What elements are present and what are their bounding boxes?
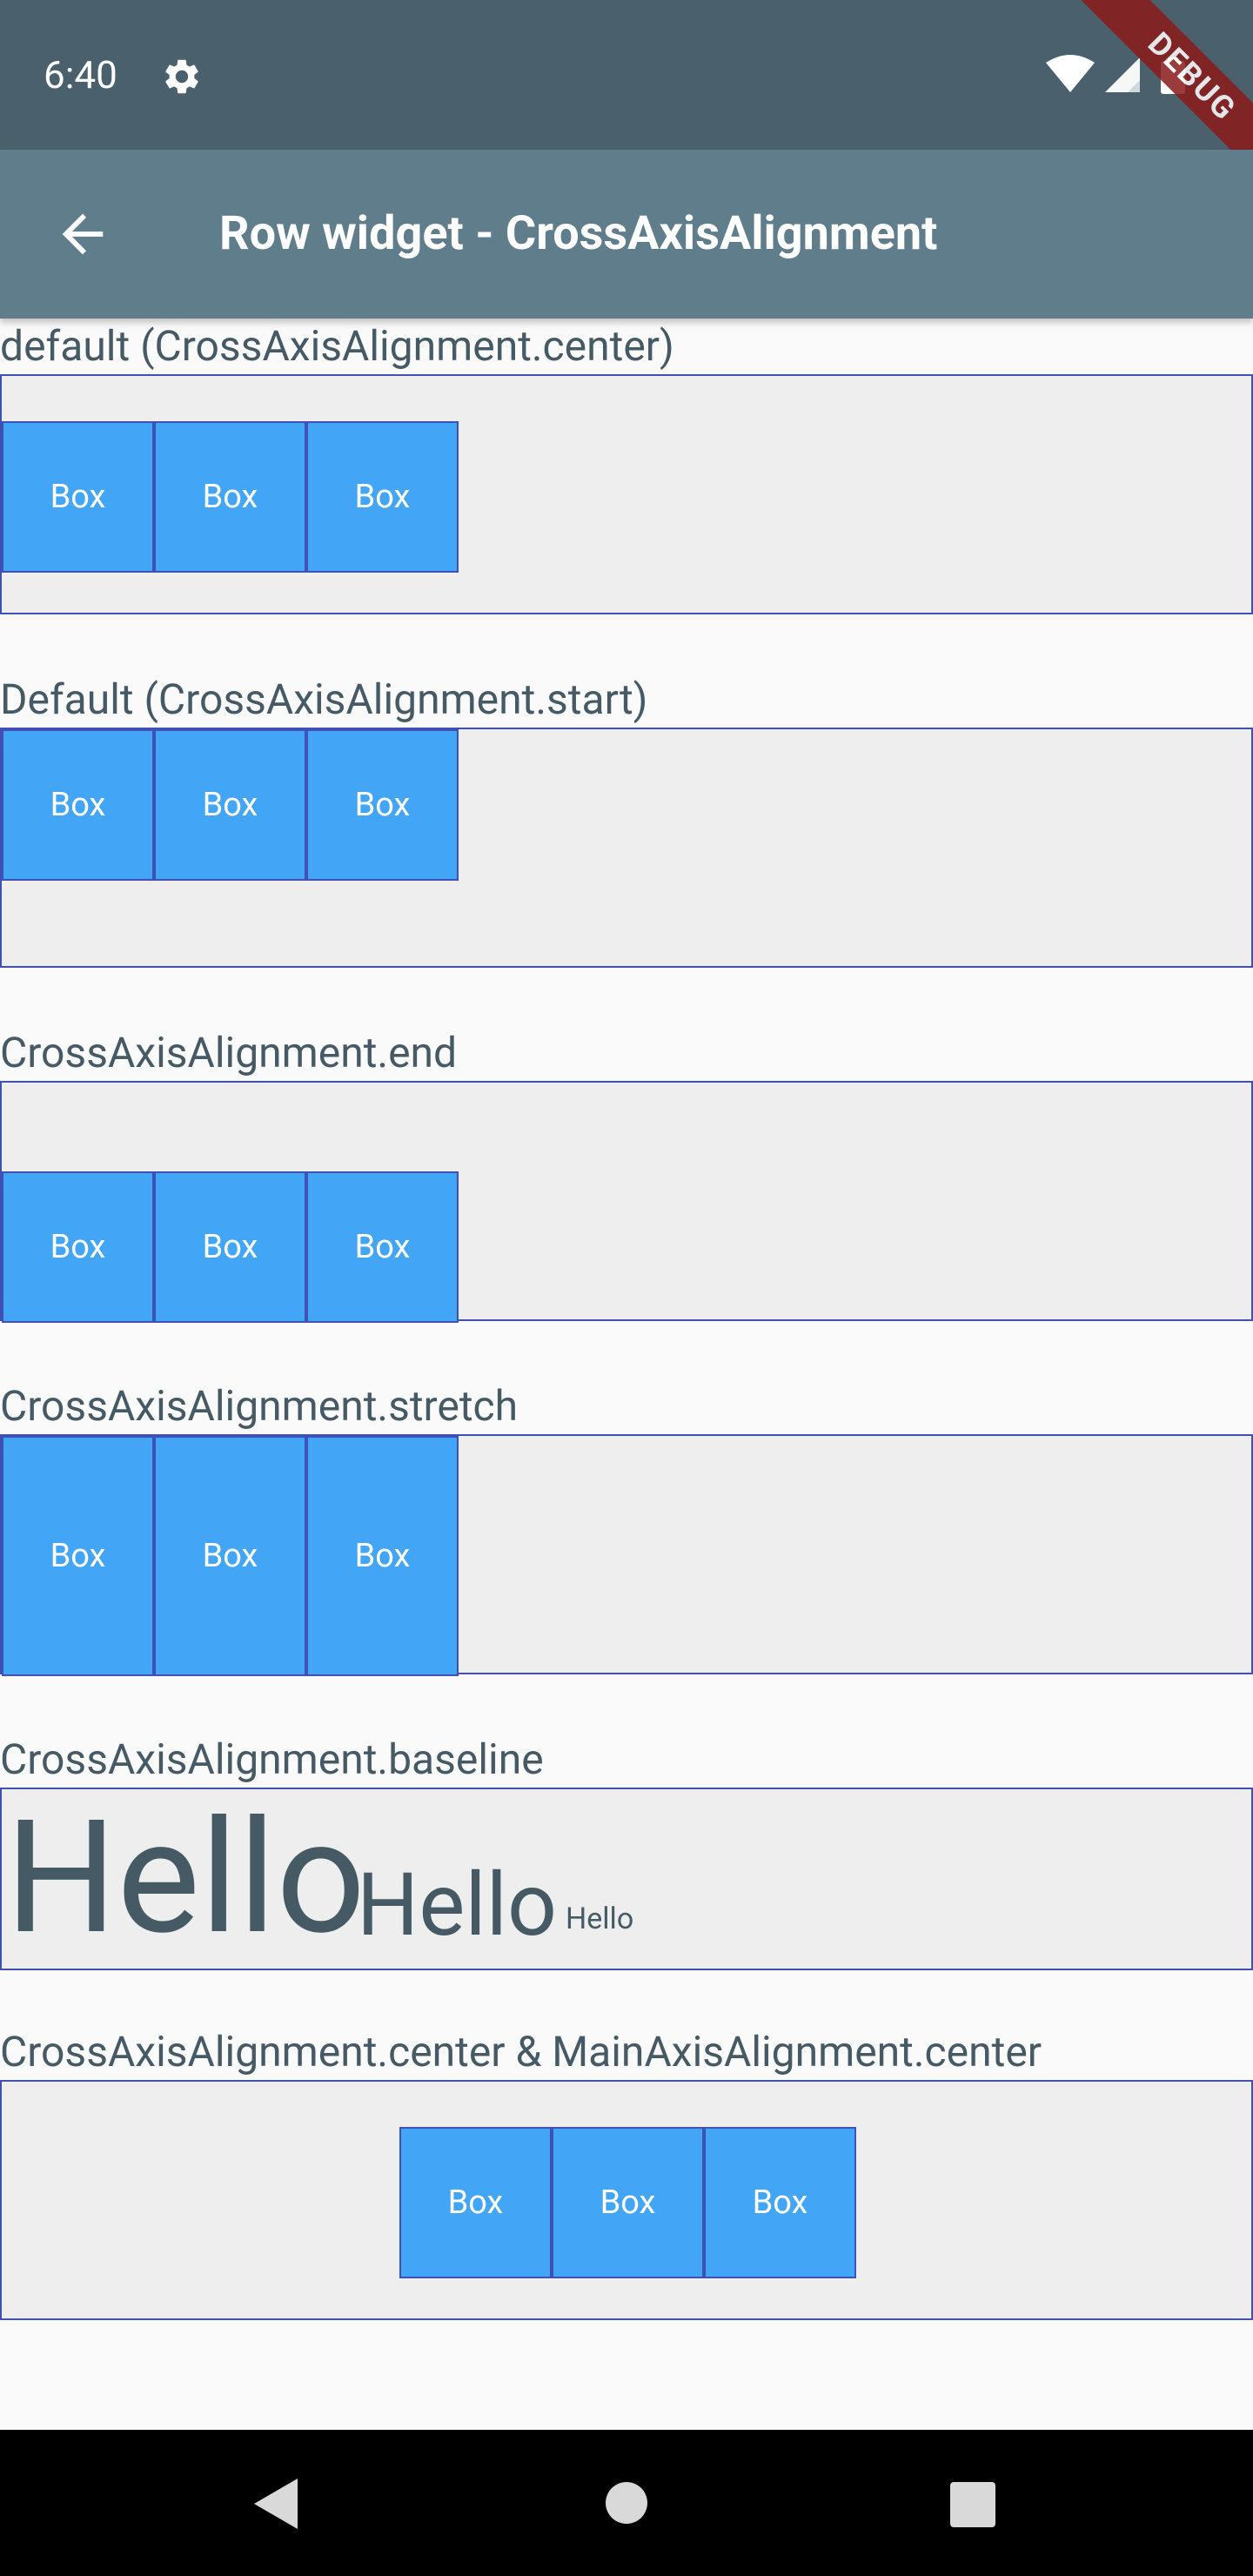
section-label-end: CrossAxisAlignment.end — [0, 1028, 458, 1077]
box-1: Box — [399, 2127, 552, 2278]
box-3: Box — [306, 1436, 459, 1676]
box-1: Box — [2, 1436, 154, 1676]
app-bar: Row widget - CrossAxisAlignment — [0, 150, 1253, 319]
box-2: Box — [154, 421, 306, 573]
hello-medium: Hello — [357, 1855, 558, 1956]
gear-icon — [161, 56, 203, 97]
section-label-baseline: CrossAxisAlignment.baseline — [0, 1734, 544, 1784]
nav-home-icon[interactable] — [606, 2482, 647, 2524]
box-2: Box — [154, 729, 306, 881]
box-2: Box — [552, 2127, 704, 2278]
panel-stretch: Box Box Box — [0, 1434, 1253, 1676]
box-3: Box — [306, 421, 459, 573]
box-1: Box — [2, 1171, 154, 1323]
nav-recents-icon[interactable] — [950, 2482, 995, 2527]
section-label-start: Default (CrossAxisAlignment.start) — [0, 674, 648, 724]
wifi-icon — [1046, 55, 1095, 92]
hello-small: Hello — [566, 1902, 634, 1936]
nav-back-icon[interactable] — [252, 2477, 299, 2531]
box-3: Box — [306, 729, 459, 881]
system-nav-bar — [0, 2430, 1253, 2576]
status-time: 6:40 — [44, 52, 117, 97]
panel-end: Box Box Box — [0, 1081, 1253, 1323]
panel-center: Box Box Box — [0, 374, 1253, 614]
section-label-center-center: CrossAxisAlignment.center & MainAxisAlig… — [0, 2027, 1042, 2076]
page-title: Row widget - CrossAxisAlignment — [219, 206, 938, 261]
box-3: Box — [306, 1171, 459, 1323]
arrow-back-icon[interactable] — [52, 204, 113, 265]
panel-baseline: Hello Hello Hello — [0, 1788, 1253, 1970]
box-2: Box — [154, 1171, 306, 1323]
panel-center-center: Box Box Box — [0, 2080, 1253, 2320]
box-3: Box — [704, 2127, 856, 2278]
hello-large: Hello — [5, 1786, 366, 1969]
box-1: Box — [2, 729, 154, 881]
cell-signal-icon — [1105, 57, 1140, 92]
section-label-stretch: CrossAxisAlignment.stretch — [0, 1381, 519, 1431]
box-2: Box — [154, 1436, 306, 1676]
panel-start: Box Box Box — [0, 728, 1253, 968]
box-1: Box — [2, 421, 154, 573]
status-bar: 6:40 DEBUG — [0, 0, 1253, 205]
section-label-center: default (CrossAxisAlignment.center) — [0, 321, 674, 371]
